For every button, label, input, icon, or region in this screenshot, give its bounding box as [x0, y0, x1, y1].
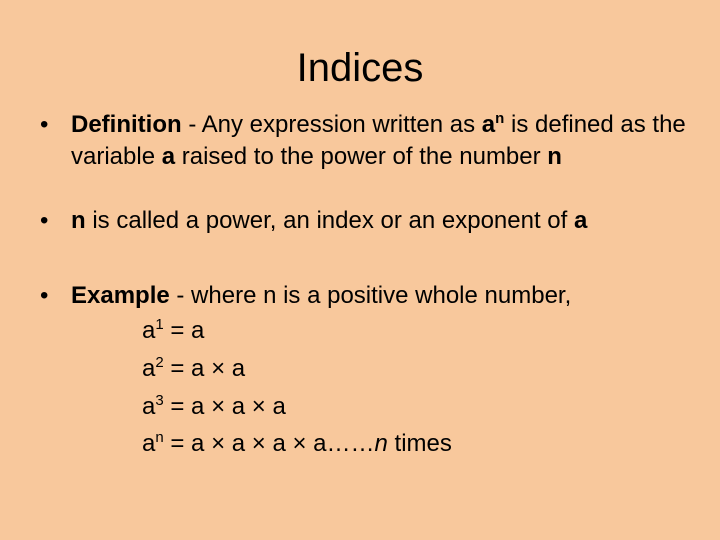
- definition-label: Definition: [71, 111, 182, 138]
- bullet-icon: •: [40, 207, 49, 234]
- equation-2: a2 = a × a: [142, 354, 246, 382]
- slide-title: Indices: [296, 46, 424, 90]
- equation-3: a3 = a × a × a: [142, 392, 286, 420]
- equation-n: an = a × a × a × a……n times: [142, 429, 452, 457]
- bullet-definition: • Definition - Any expression written as…: [40, 110, 686, 170]
- bullet-icon: •: [40, 111, 49, 138]
- bullet-example: • Example - where n is a positive whole …: [40, 280, 690, 312]
- example-label: Example: [71, 282, 170, 309]
- equation-1: a1 = a: [142, 316, 205, 344]
- bullet-power: • n is called a power, an index or an ex…: [40, 205, 690, 237]
- bullet-icon: •: [40, 282, 49, 309]
